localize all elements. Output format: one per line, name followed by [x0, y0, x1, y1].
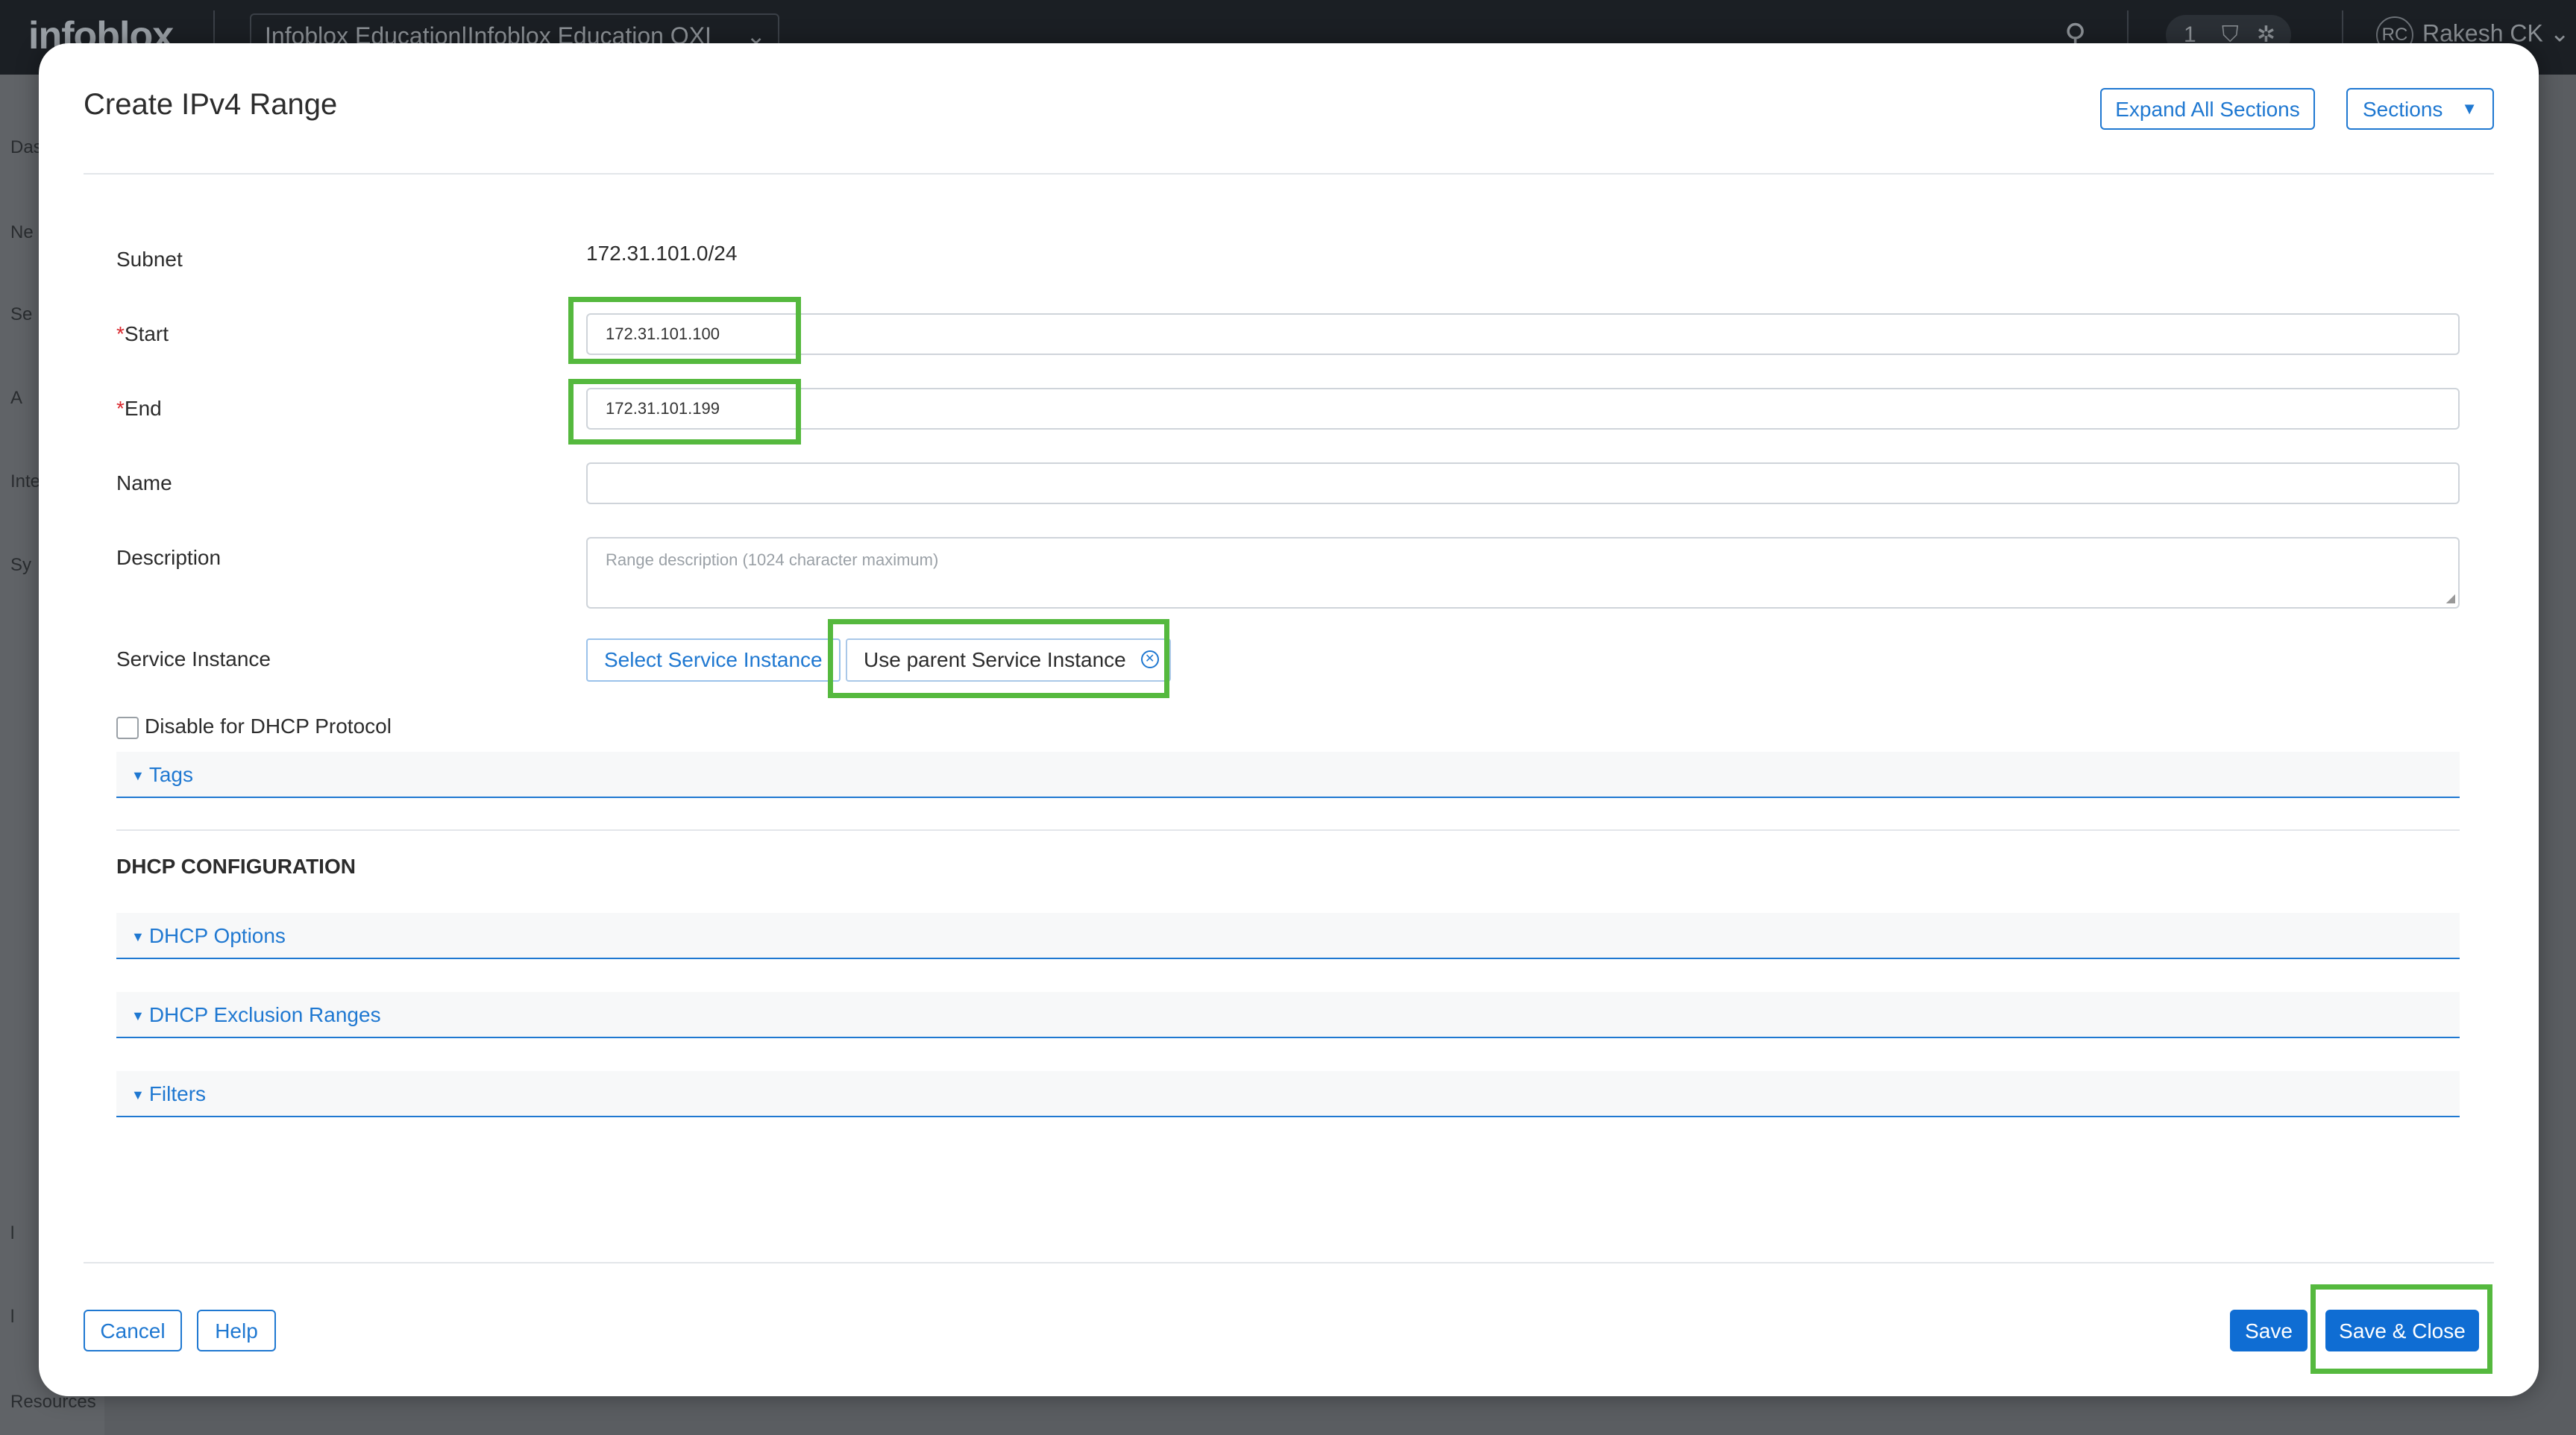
- header-divider: [84, 173, 2494, 175]
- sections-dropdown[interactable]: Sections ▼: [2346, 88, 2494, 130]
- filters-label: Filters: [148, 1082, 207, 1105]
- expand-all-sections-button[interactable]: Expand All Sections: [2100, 88, 2315, 130]
- description-label: Description: [116, 546, 222, 569]
- chevron-down-icon: ⌄: [2549, 19, 2570, 47]
- highlight-box: [568, 297, 801, 364]
- description-placeholder: Range description (1024 character maximu…: [606, 550, 939, 569]
- start-label-text: Start: [124, 322, 169, 345]
- dhcp-options-section[interactable]: ▼ DHCP Options: [116, 913, 2460, 959]
- start-label: *Start: [116, 322, 169, 346]
- sidebar-item[interactable]: l: [10, 1307, 14, 1328]
- sidebar-item[interactable]: Se: [10, 304, 32, 325]
- end-label-text: End: [124, 397, 162, 420]
- dhcp-exclusion-ranges-label: DHCP Exclusion Ranges: [148, 1003, 381, 1026]
- section-divider: [116, 829, 2460, 831]
- required-marker: *: [116, 322, 125, 345]
- dhcp-exclusion-ranges-section[interactable]: ▼ DHCP Exclusion Ranges: [116, 992, 2460, 1038]
- sidebar-item[interactable]: l: [10, 1223, 14, 1244]
- sidebar-item[interactable]: A: [10, 388, 22, 409]
- filters-section[interactable]: ▼ Filters: [116, 1071, 2460, 1117]
- end-label: *End: [116, 397, 162, 421]
- required-marker: *: [116, 397, 125, 420]
- tags-section[interactable]: ▼ Tags: [116, 752, 2460, 798]
- sidebar-item[interactable]: Inte: [10, 471, 40, 492]
- subnet-value: 172.31.101.0/24: [586, 242, 738, 265]
- caret-down-icon: ▼: [131, 929, 145, 944]
- select-service-instance-button[interactable]: Select Service Instance: [586, 638, 841, 682]
- sidebar-item[interactable]: Sy: [10, 555, 31, 576]
- disable-dhcp-label: Disable for DHCP Protocol: [145, 715, 392, 738]
- end-input[interactable]: 172.31.101.199: [586, 388, 2460, 430]
- sections-label: Sections: [2363, 98, 2443, 121]
- start-input[interactable]: 172.31.101.100: [586, 313, 2460, 355]
- caret-down-icon: ▼: [2461, 99, 2478, 118]
- create-ipv4-range-dialog: Create IPv4 Range Expand All Sections Se…: [39, 43, 2539, 1396]
- dhcp-configuration-heading: DHCP CONFIGURATION: [116, 855, 356, 878]
- dialog-title: Create IPv4 Range: [84, 88, 338, 121]
- caret-down-icon: ▼: [131, 1087, 145, 1102]
- sidebar-item[interactable]: Ne: [10, 222, 34, 243]
- disable-dhcp-checkbox[interactable]: [116, 716, 139, 739]
- highlight-box: [2310, 1284, 2492, 1374]
- subnet-label: Subnet: [116, 248, 183, 271]
- name-label: Name: [116, 471, 172, 494]
- highlight-box: [568, 379, 801, 445]
- tags-section-label: Tags: [148, 763, 193, 786]
- description-textarea[interactable]: Range description (1024 character maximu…: [586, 537, 2460, 609]
- dhcp-options-label: DHCP Options: [148, 924, 286, 947]
- highlight-box: [828, 619, 1169, 698]
- disable-dhcp-row[interactable]: Disable for DHCP Protocol: [116, 715, 392, 739]
- name-input[interactable]: [586, 462, 2460, 504]
- help-button[interactable]: Help: [197, 1310, 276, 1351]
- footer-divider: [84, 1262, 2494, 1263]
- sidebar-item[interactable]: Das: [10, 137, 43, 158]
- caret-down-icon: ▼: [131, 768, 145, 783]
- resize-handle-icon[interactable]: ◢: [2446, 591, 2455, 606]
- cancel-button[interactable]: Cancel: [84, 1310, 182, 1351]
- caret-down-icon: ▼: [131, 1008, 145, 1023]
- save-button[interactable]: Save: [2230, 1310, 2308, 1351]
- service-instance-label: Service Instance: [116, 647, 271, 671]
